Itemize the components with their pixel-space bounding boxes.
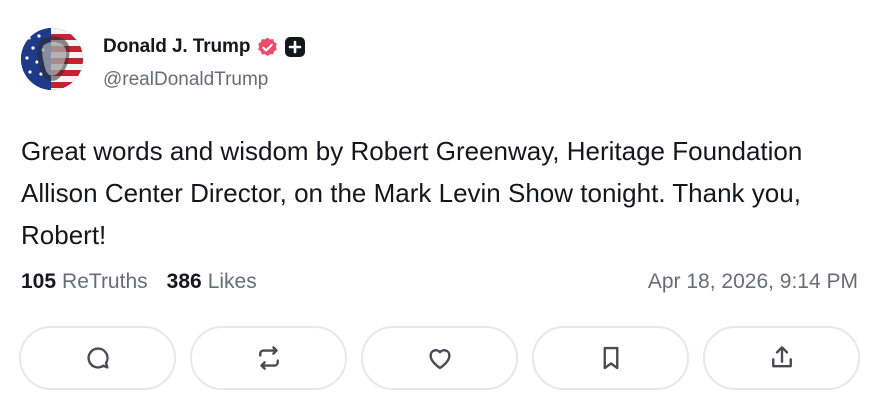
post-timestamp[interactable]: Apr 18, 2026, 9:14 PM — [648, 270, 858, 294]
flag-portrait-avatar-icon — [21, 28, 83, 90]
retruth-icon — [258, 346, 279, 370]
share-icon — [771, 346, 792, 368]
share-button[interactable] — [703, 326, 860, 390]
name-row: Donald J. Trump — [103, 35, 306, 59]
likes-count: 386 — [166, 270, 202, 293]
bookmark-icon — [603, 346, 618, 370]
bookmark-button[interactable] — [532, 326, 689, 390]
likes-stat[interactable]: 386 Likes — [167, 270, 257, 294]
post-text: Great words and wisdom by Robert Greenwa… — [21, 136, 803, 250]
retruths-stat[interactable]: 105 ReTruths — [21, 270, 148, 294]
avatar[interactable] — [21, 28, 83, 90]
like-heart-icon — [428, 349, 451, 370]
like-button[interactable] — [361, 326, 518, 390]
post-card: Donald J. Trump @realDonaldTrump Great w… — [0, 0, 884, 410]
reply-button[interactable] — [19, 326, 176, 390]
verified-badge-icon — [256, 36, 279, 59]
retruths-count: 105 — [21, 270, 57, 293]
truth-plus-badge-icon — [285, 37, 306, 57]
author-identity: Donald J. Trump @realDonaldTrump — [103, 35, 306, 91]
retruths-label: ReTruths — [62, 270, 148, 293]
post-header: Donald J. Trump @realDonaldTrump — [21, 28, 306, 91]
retruth-button[interactable] — [190, 326, 347, 390]
author-handle[interactable]: @realDonaldTrump — [103, 69, 305, 91]
likes-label: Likes — [207, 270, 257, 293]
author-display-name[interactable]: Donald J. Trump — [103, 36, 250, 58]
post-stats: 105 ReTruths 386 Likes — [21, 270, 276, 294]
action-bar — [19, 326, 860, 390]
reply-icon — [86, 347, 109, 369]
